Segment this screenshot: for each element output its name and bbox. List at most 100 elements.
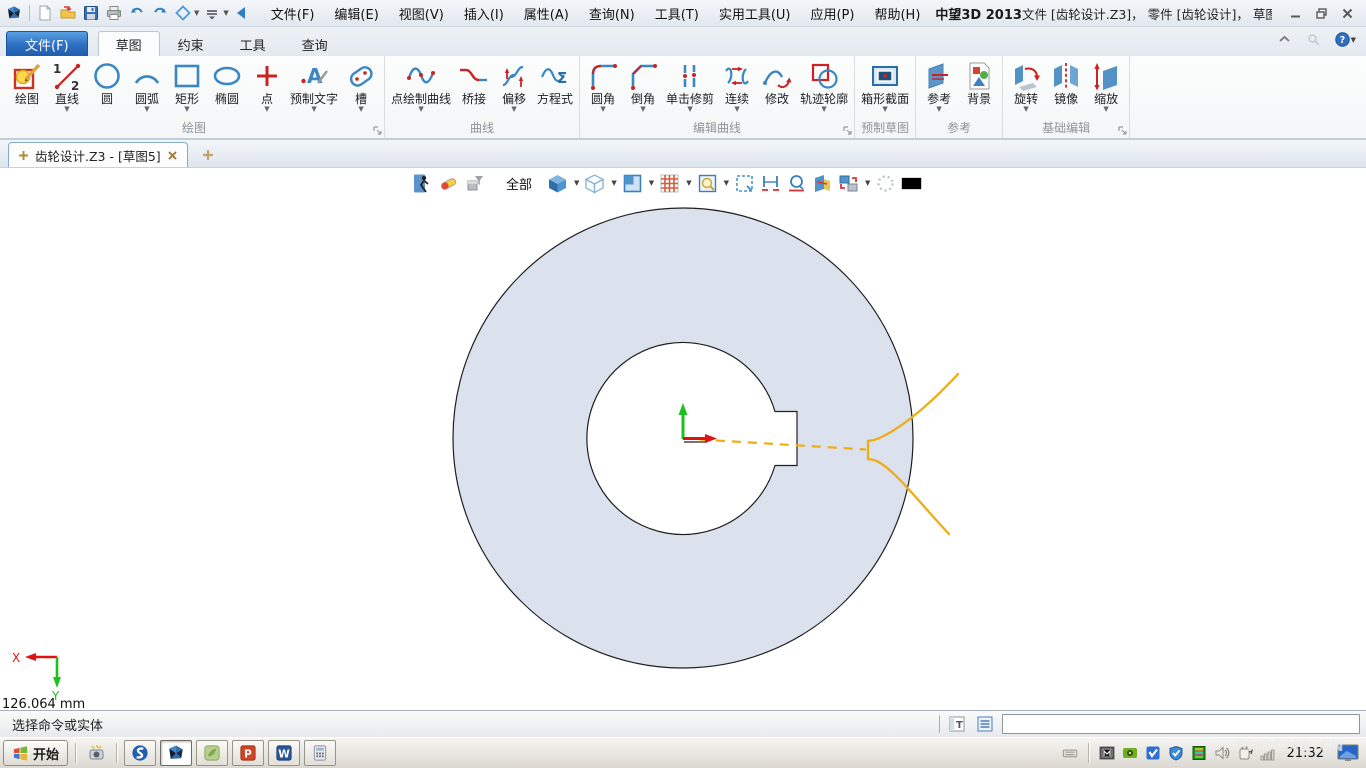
taskbar-app-word[interactable]: W (268, 740, 300, 766)
dropdown-arrow-icon[interactable]: ▼ (194, 9, 199, 17)
filter-icon[interactable] (464, 173, 485, 194)
new-tab-button[interactable] (202, 143, 214, 167)
dropdown-arrow-icon[interactable]: ▼ (64, 106, 69, 115)
show-desktop-icon[interactable] (1335, 741, 1361, 765)
ribbon-button-圆[interactable]: 圆 (87, 57, 127, 115)
dropdown-arrow-icon[interactable]: ▼ (223, 9, 228, 17)
taskbar-app-calculator[interactable] (304, 740, 336, 766)
ribbon-button-圆弧[interactable]: 圆弧▼ (127, 57, 167, 115)
power-plug-tray-icon[interactable] (1237, 745, 1253, 761)
dropdown-arrow-icon[interactable]: ▼ (144, 106, 149, 115)
menu-item[interactable]: 编辑(E) (325, 1, 387, 26)
dropdown-arrow-icon[interactable]: ▼ (418, 106, 423, 115)
start-button[interactable]: 开始 (3, 740, 68, 766)
search-gear-icon[interactable] (1306, 32, 1321, 47)
open-file-icon[interactable] (58, 3, 78, 23)
redo-icon[interactable] (150, 3, 170, 23)
plane-flip-icon[interactable] (812, 173, 833, 194)
ribbon-button-修改[interactable]: 修改 (757, 57, 797, 115)
print-icon[interactable] (104, 3, 124, 23)
security-shield-tray-icon[interactable] (1168, 745, 1184, 761)
menu-item[interactable]: 视图(V) (390, 1, 453, 26)
command-input[interactable] (1002, 714, 1360, 734)
ribbon-tab-查询[interactable]: 查询 (284, 31, 346, 56)
app-logo-icon[interactable] (4, 3, 24, 23)
sketch-canvas[interactable]: X Y 126.064 mm 全部▼▼▼▼▼▼ (0, 168, 1366, 710)
menu-item[interactable]: 文件(F) (262, 1, 324, 26)
group-dialog-launcher-icon[interactable] (843, 126, 852, 135)
undo-icon[interactable] (127, 3, 147, 23)
menu-item[interactable]: 插入(I) (455, 1, 513, 26)
close-button[interactable] (1338, 6, 1356, 20)
minimize-button[interactable] (1286, 6, 1304, 20)
media-tray-icon[interactable] (1099, 745, 1115, 761)
ribbon-button-绘图[interactable]: 绘图 (7, 57, 47, 115)
menu-item[interactable]: 属性(A) (515, 1, 578, 26)
keyboard-layout-icon[interactable] (1062, 745, 1078, 761)
menu-item[interactable]: 实用工具(U) (710, 1, 800, 26)
dropdown-arrow-icon[interactable]: ▼ (611, 179, 616, 187)
dropdown-arrow-icon[interactable]: ▼ (687, 106, 692, 115)
dropdown-arrow-icon[interactable]: ▼ (865, 179, 870, 187)
group-dialog-launcher-icon[interactable] (373, 126, 382, 135)
dropdown-arrow-icon[interactable]: ▼ (511, 106, 516, 115)
ribbon-tab-草图[interactable]: 草图 (98, 31, 160, 56)
dropdown-arrow-icon[interactable]: ▼ (936, 106, 941, 115)
color-swatch[interactable] (901, 173, 922, 194)
gesture-icon[interactable] (173, 3, 193, 23)
ribbon-tab-工具[interactable]: 工具 (222, 31, 284, 56)
dropdown-arrow-icon[interactable]: ▼ (649, 179, 654, 187)
command-list-icon[interactable] (976, 715, 994, 733)
ribbon-button-椭圆[interactable]: 椭圆 (207, 57, 247, 115)
ribbon-button-桥接[interactable]: 桥接 (454, 57, 494, 115)
zoom-window-icon[interactable] (734, 173, 755, 194)
save-icon[interactable] (81, 3, 101, 23)
dropdown-arrow-icon[interactable]: ▼ (686, 179, 691, 187)
dropdown-arrow-icon[interactable]: ▼ (358, 106, 363, 115)
menu-item[interactable]: 应用(P) (801, 1, 863, 26)
ribbon-button-单击修剪[interactable]: 单击修剪▼ (663, 57, 717, 115)
minimize-ribbon-icon[interactable] (1277, 32, 1292, 47)
dropdown-arrow-icon[interactable]: ▼ (724, 179, 729, 187)
shaded-display-icon[interactable] (547, 173, 568, 194)
ribbon-button-箱形截面[interactable]: 箱形截面▼ (858, 57, 912, 115)
ribbon-button-点绘制曲线[interactable]: 点绘制曲线▼ (388, 57, 454, 115)
ribbon-button-旋转[interactable]: 旋转▼ (1006, 57, 1046, 115)
highlight-icon[interactable] (875, 173, 896, 194)
ribbon-button-槽[interactable]: 槽▼ (341, 57, 381, 115)
dropdown-arrow-icon[interactable]: ▼ (574, 179, 579, 187)
file-menu-button[interactable]: 文件(F) (6, 31, 88, 56)
menu-item[interactable]: 帮助(H) (865, 1, 929, 26)
ribbon-button-参考[interactable]: 参考▼ (919, 57, 959, 115)
taskbar-app-zw3d[interactable] (160, 740, 192, 766)
taskbar-app-browser[interactable] (124, 740, 156, 766)
dropdown-arrow-icon[interactable]: ▼ (1023, 106, 1028, 115)
dropdown-arrow-icon[interactable]: ▼ (640, 106, 645, 115)
qq-protect-tray-icon[interactable] (1145, 745, 1161, 761)
dropdown-arrow-icon[interactable]: ▼ (734, 106, 739, 115)
network-signal-tray-icon[interactable] (1260, 745, 1276, 761)
ribbon-button-偏移[interactable]: 偏移▼ (494, 57, 534, 115)
collapse-left-icon[interactable] (232, 3, 252, 23)
exit-sketch-icon[interactable] (412, 173, 433, 194)
taskbar-app-notes[interactable] (196, 740, 228, 766)
ribbon-button-轨迹轮廓[interactable]: 轨迹轮廓▼ (797, 57, 851, 115)
menu-item[interactable]: 查询(N) (580, 1, 644, 26)
customize-qat-icon[interactable] (202, 3, 222, 23)
zoom-icon[interactable] (697, 173, 718, 194)
ribbon-button-镜像[interactable]: 镜像 (1046, 57, 1086, 115)
eraser-icon[interactable] (438, 173, 459, 194)
dropdown-arrow-icon[interactable]: ▼ (311, 106, 316, 115)
ribbon-button-缩放[interactable]: 缩放▼ (1086, 57, 1126, 115)
nvidia-tray-icon[interactable] (1122, 745, 1138, 761)
filter-all-dropdown[interactable]: 全部 (506, 174, 532, 193)
menu-item[interactable]: 工具(T) (646, 1, 708, 26)
ribbon-button-方程式[interactable]: Σ方程式 (534, 57, 576, 115)
volume-tray-icon[interactable] (1214, 745, 1230, 761)
ribbon-button-背景[interactable]: 背景 (959, 57, 999, 115)
wireframe-display-icon[interactable] (584, 173, 605, 194)
swap-view-icon[interactable] (838, 173, 859, 194)
dropdown-arrow-icon[interactable]: ▼ (821, 106, 826, 115)
new-file-icon[interactable] (35, 3, 55, 23)
dropdown-arrow-icon[interactable]: ▼ (600, 106, 605, 115)
